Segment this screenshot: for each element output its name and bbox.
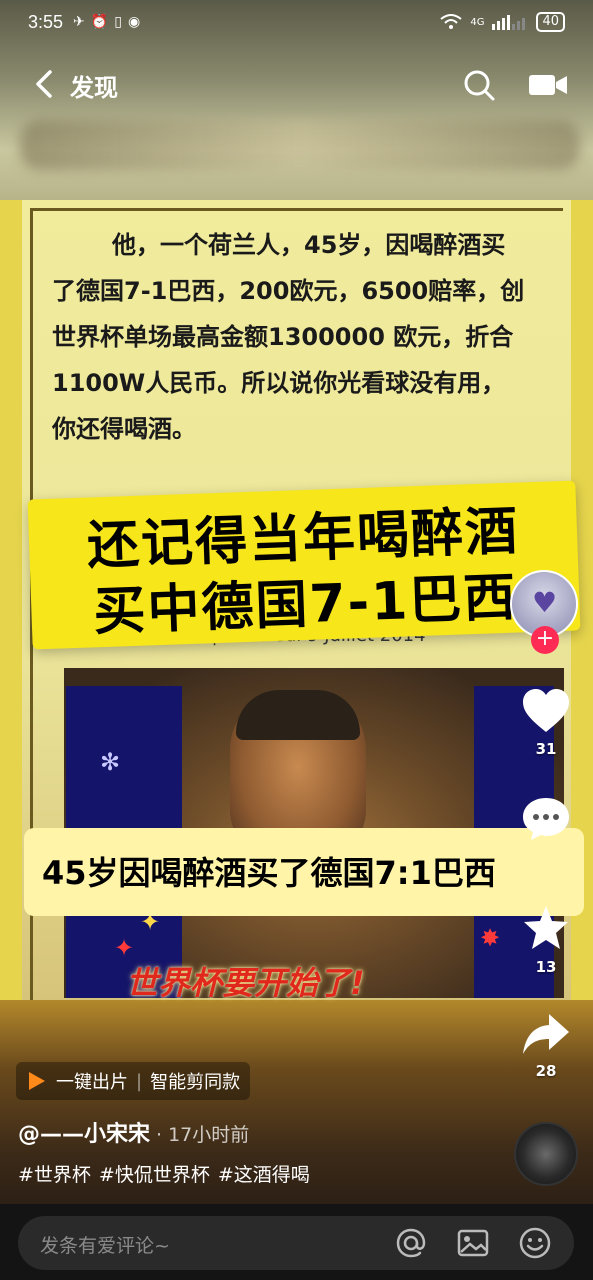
emoji-icon[interactable] xyxy=(518,1226,552,1260)
status-time: 3:55 xyxy=(28,11,64,32)
favorite-button[interactable]: 13 xyxy=(520,904,572,976)
image-icon[interactable] xyxy=(456,1226,490,1260)
telegram-icon: ✈ xyxy=(73,14,85,30)
caption-text: 世界杯要开始了! xyxy=(126,964,365,1002)
subtitle-banner: 45岁因喝醉酒买了德国7:1巴西 xyxy=(24,828,584,916)
article-text: 他，一个荷兰人，45岁，因喝醉酒买 了德国7-1巴西，200欧元，6500赔率，… xyxy=(52,222,572,452)
smart-edit-button[interactable]: 智能剪同款 xyxy=(150,1068,240,1094)
hashtag[interactable]: #世界杯 xyxy=(18,1160,91,1187)
notification-icon: ▯ xyxy=(114,14,122,30)
search-icon[interactable] xyxy=(462,68,496,102)
share-icon xyxy=(523,1014,569,1054)
music-disc[interactable] xyxy=(514,1122,578,1186)
post-time: · 17小时前 xyxy=(156,1124,250,1146)
status-left-icons: ✈ ⏰ ▯ ◉ xyxy=(73,14,140,30)
page-title: 发现 xyxy=(70,74,118,102)
sparkle-icon: ✸ xyxy=(480,924,501,952)
camera-icon[interactable] xyxy=(528,72,568,98)
comment-icon xyxy=(523,798,569,840)
comment-placeholder: 发条有爱评论~ xyxy=(40,1235,170,1257)
like-button[interactable]: 31 xyxy=(520,688,572,758)
heart-icon xyxy=(523,689,569,732)
share-count: 28 xyxy=(535,1062,557,1080)
sparkle-icon: ✻ xyxy=(100,748,121,776)
comment-button[interactable] xyxy=(520,796,572,848)
article-line: 世界杯单场最高金额1300000 欧元，折合 xyxy=(52,323,514,351)
share-button[interactable]: 28 xyxy=(520,1012,572,1080)
article-line: 1100W人民币。所以说你光看球没有用， xyxy=(52,369,506,397)
status-bar: 3:55 ✈ ⏰ ▯ ◉ 4G 40 xyxy=(0,0,593,44)
template-separator: | xyxy=(136,1070,143,1092)
top-nav: 发现 xyxy=(0,56,593,112)
article-line: 他，一个荷兰人，45岁，因喝醉酒买 xyxy=(112,231,506,259)
network-label: 4G xyxy=(470,16,485,28)
hashtag[interactable]: #这酒得喝 xyxy=(218,1160,310,1187)
author-line: @——小宋宋 · 17小时前 xyxy=(18,1116,249,1148)
person-hair xyxy=(236,690,360,740)
back-icon[interactable] xyxy=(30,66,60,102)
comment-input[interactable]: 发条有爱评论~ xyxy=(18,1216,574,1270)
favorite-count: 13 xyxy=(535,958,557,976)
signal-icon xyxy=(492,15,526,30)
hashtag[interactable]: #快侃世界杯 xyxy=(99,1160,210,1187)
headline-banner: 还记得当年喝醉酒 买中德国7-1巴西 xyxy=(27,480,581,650)
template-bar[interactable]: 一键出片 | 智能剪同款 xyxy=(16,1062,251,1100)
sync-icon: ◉ xyxy=(127,14,141,30)
play-template-icon xyxy=(29,1072,45,1090)
avatar-heart-icon: ♥ xyxy=(532,586,558,619)
star-icon xyxy=(524,906,568,949)
wifi-icon xyxy=(440,14,462,29)
battery-indicator: 40 xyxy=(536,12,565,32)
subtitle-text: 45岁因喝醉酒买了德国7:1巴西 xyxy=(42,854,496,892)
one-click-button[interactable]: 一键出片 xyxy=(56,1068,128,1094)
like-count: 31 xyxy=(535,740,557,758)
comment-bar: 发条有爱评论~ xyxy=(0,1204,593,1280)
at-icon[interactable] xyxy=(394,1226,428,1260)
alarm-icon: ⏰ xyxy=(90,14,109,30)
author-name[interactable]: @——小宋宋 xyxy=(18,1122,150,1147)
article-line: 你还得喝酒。 xyxy=(52,415,196,443)
follow-button[interactable]: + xyxy=(531,626,559,654)
article-line: 了德国7-1巴西，200欧元，6500赔率，创 xyxy=(52,277,525,305)
hashtags: #世界杯 #快侃世界杯 #这酒得喝 xyxy=(18,1160,310,1187)
